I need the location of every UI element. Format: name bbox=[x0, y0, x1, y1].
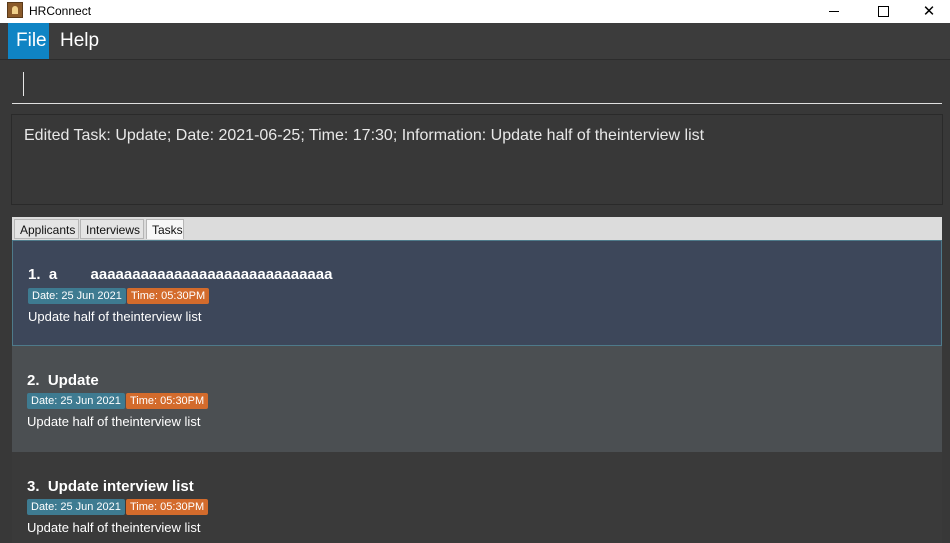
window-title: HRConnect bbox=[29, 4, 92, 18]
result-text: Edited Task: Update; Date: 2021-06-25; T… bbox=[24, 127, 705, 144]
close-icon: ✕ bbox=[922, 3, 936, 20]
tab-applicants[interactable]: Applicants bbox=[14, 219, 79, 239]
window-title-bar: HRConnect ✕ bbox=[0, 0, 950, 23]
maximize-button[interactable] bbox=[860, 0, 906, 23]
time-tag: Time: 05:30PM bbox=[126, 499, 209, 515]
time-tag: Time: 05:30PM bbox=[126, 393, 209, 409]
task-info: Update half of theinterview list bbox=[28, 309, 202, 324]
task-card[interactable]: 2. Update Date: 25 Jun 2021 Time: 05:30P… bbox=[12, 346, 942, 452]
minimize-icon bbox=[829, 11, 839, 12]
date-tag: Date: 25 Jun 2021 bbox=[27, 393, 125, 409]
menu-bar: File Help bbox=[0, 23, 950, 60]
menu-file[interactable]: File bbox=[8, 23, 49, 59]
tab-interviews[interactable]: Interviews bbox=[80, 219, 144, 239]
command-input[interactable] bbox=[12, 66, 942, 104]
time-tag: Time: 05:30PM bbox=[127, 288, 210, 304]
maximize-icon bbox=[877, 6, 889, 17]
tab-tasks[interactable]: Tasks bbox=[146, 219, 184, 239]
task-info: Update half of theinterview list bbox=[27, 414, 201, 429]
task-info: Update half of theinterview list bbox=[27, 520, 201, 535]
app-icon bbox=[7, 2, 23, 18]
task-title: 2. Update bbox=[27, 372, 99, 389]
minimize-button[interactable] bbox=[811, 0, 857, 23]
task-card[interactable]: 1. a aaaaaaaaaaaaaaaaaaaaaaaaaaaaa Date:… bbox=[12, 240, 942, 346]
task-title: 1. a aaaaaaaaaaaaaaaaaaaaaaaaaaaaa bbox=[28, 266, 333, 283]
date-tag: Date: 25 Jun 2021 bbox=[28, 288, 126, 304]
date-tag: Date: 25 Jun 2021 bbox=[27, 499, 125, 515]
menu-help[interactable]: Help bbox=[52, 23, 107, 59]
tab-bar: Applicants Interviews Tasks bbox=[12, 217, 942, 240]
close-button[interactable]: ✕ bbox=[906, 0, 950, 23]
task-card[interactable]: 3. Update interview list Date: 25 Jun 20… bbox=[12, 452, 942, 543]
text-caret bbox=[23, 72, 24, 96]
result-display: Edited Task: Update; Date: 2021-06-25; T… bbox=[11, 114, 943, 205]
task-title: 3. Update interview list bbox=[27, 478, 194, 495]
task-list: 1. a aaaaaaaaaaaaaaaaaaaaaaaaaaaaa Date:… bbox=[12, 240, 942, 543]
